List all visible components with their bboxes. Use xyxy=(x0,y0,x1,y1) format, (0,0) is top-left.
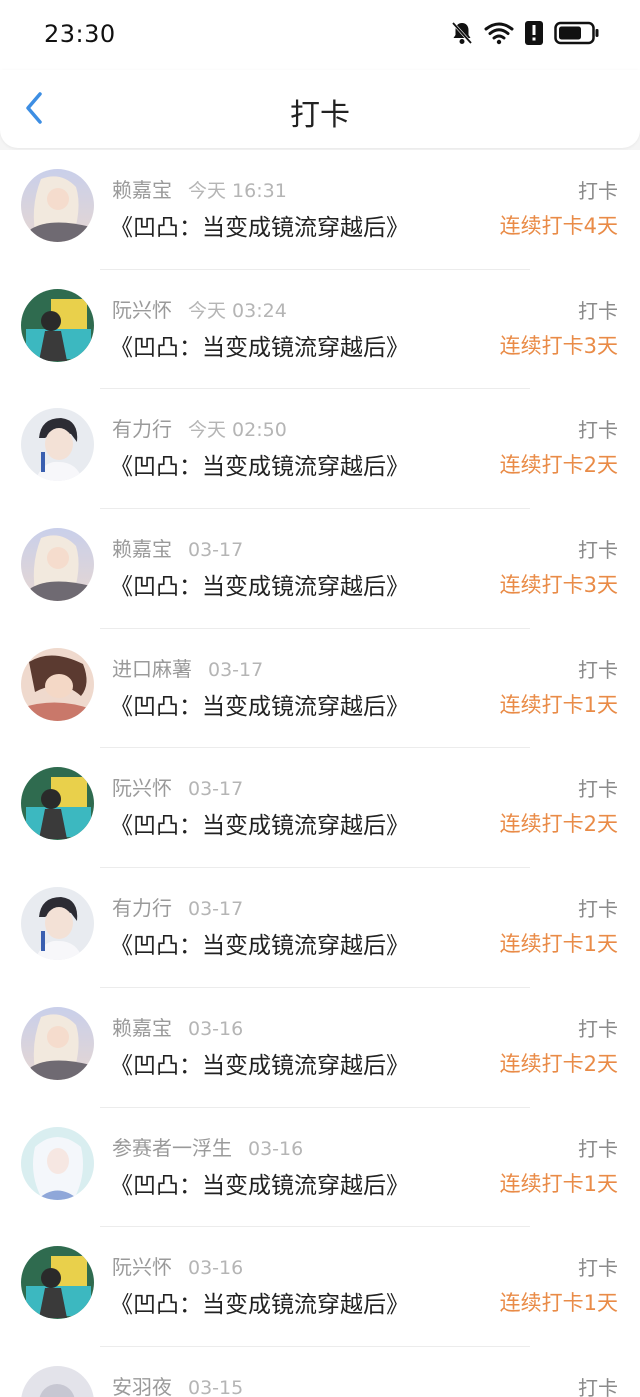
work-title[interactable]: 《凹凸：当变成镜流穿越后》 xyxy=(110,806,409,840)
status-icons xyxy=(450,20,600,46)
user-name-text: 赖嘉宝 xyxy=(112,1015,172,1040)
streak-count: 连续打卡2天 xyxy=(499,453,618,478)
checkin-tag: 打卡 xyxy=(578,1136,618,1161)
avatar[interactable] xyxy=(21,767,94,841)
checkin-tag: 打卡 xyxy=(578,418,618,443)
checkin-tag: 打卡 xyxy=(578,1016,618,1041)
header: 打卡 xyxy=(0,70,640,148)
work-title[interactable]: 《凹凸：当变成镜流穿越后》 xyxy=(110,447,409,481)
checkin-tag: 打卡 xyxy=(578,897,618,922)
streak-count: 连续打卡1天 xyxy=(499,932,618,957)
checkin-time: 今天 02:50 xyxy=(188,419,287,442)
list-item[interactable]: 安羽夜 03-15 打卡 xyxy=(0,1347,640,1397)
checkin-time: 03-17 xyxy=(188,898,244,921)
user-name[interactable]: 阮兴怀 03-17 xyxy=(112,772,243,801)
avatar[interactable] xyxy=(21,1126,94,1200)
avatar[interactable] xyxy=(21,1246,94,1320)
user-name-text: 阮兴怀 xyxy=(112,297,172,322)
alert-icon xyxy=(524,20,544,46)
user-name-text: 赖嘉宝 xyxy=(112,537,172,562)
avatar[interactable] xyxy=(21,887,94,961)
work-title[interactable]: 《凹凸：当变成镜流穿越后》 xyxy=(110,208,409,242)
work-title[interactable]: 《凹凸：当变成镜流穿越后》 xyxy=(110,1046,409,1080)
streak-count: 连续打卡2天 xyxy=(499,812,618,837)
checkin-time: 03-17 xyxy=(188,778,244,801)
user-name-text: 有力行 xyxy=(112,417,172,442)
work-title[interactable]: 《凹凸：当变成镜流穿越后》 xyxy=(110,926,409,960)
list-item[interactable]: 有力行 今天 02:50 《凹凸：当变成镜流穿越后》 打卡连续打卡2天 xyxy=(0,389,640,510)
checkin-time: 今天 03:24 xyxy=(188,299,287,322)
checkin-time: 03-16 xyxy=(188,1017,244,1040)
bell-muted-icon xyxy=(450,20,474,46)
checkin-tag: 打卡 xyxy=(578,538,618,563)
checkin-time: 今天 16:31 xyxy=(188,180,287,202)
user-name-text: 阮兴怀 xyxy=(112,776,172,801)
streak-count: 连续打卡3天 xyxy=(499,573,618,598)
checkin-time: 03-17 xyxy=(188,539,244,562)
user-name-text: 阮兴怀 xyxy=(112,1255,172,1280)
user-name[interactable]: 赖嘉宝 今天 16:31 xyxy=(112,174,287,203)
checkin-list: 赖嘉宝 今天 16:31 《凹凸：当变成镜流穿越后》 打卡 连续打卡4天 阮兴怀 今天 03… xyxy=(0,150,640,1397)
battery-icon xyxy=(554,20,600,46)
avatar[interactable] xyxy=(21,1365,94,1397)
user-name-text: 参赛者一浮生 xyxy=(112,1135,232,1160)
work-title[interactable]: 《凹凸：当变成镜流穿越后》 xyxy=(110,567,409,601)
list-item[interactable]: 进口麻薯 03-17 《凹凸：当变成镜流穿越后》 打卡连续打卡1天 xyxy=(0,629,640,749)
checkin-time: 03-16 xyxy=(188,1257,244,1280)
user-name-text: 有力行 xyxy=(112,896,172,921)
list-item[interactable]: 赖嘉宝 今天 16:31 《凹凸：当变成镜流穿越后》 打卡连续打卡4天 xyxy=(0,150,640,270)
checkin-tag: 打卡 xyxy=(578,298,618,323)
checkin-tag: 打卡 xyxy=(578,777,618,802)
streak-count: 连续打卡2天 xyxy=(499,1051,618,1076)
avatar[interactable] xyxy=(21,1006,94,1080)
list-item[interactable]: 有力行 03-17 《凹凸：当变成镜流穿越后》 打卡连续打卡1天 xyxy=(0,868,640,988)
avatar[interactable] xyxy=(21,288,94,362)
checkin-tag: 打卡 xyxy=(578,1375,618,1397)
user-name[interactable]: 进口麻薯 03-17 xyxy=(112,653,263,682)
checkin-time: 03-16 xyxy=(248,1137,304,1160)
streak-count: 连续打卡1天 xyxy=(499,692,618,717)
user-name[interactable]: 赖嘉宝 03-16 xyxy=(112,1012,243,1041)
status-bar: 23:30 xyxy=(0,0,640,70)
work-title[interactable]: 《凹凸：当变成镜流穿越后》 xyxy=(110,328,409,362)
user-name[interactable]: 阮兴怀 03-16 xyxy=(112,1251,243,1280)
streak-count: 连续打卡3天 xyxy=(499,333,618,358)
list-item[interactable]: 阮兴怀 03-16 《凹凸：当变成镜流穿越后》 打卡连续打卡1天 xyxy=(0,1227,640,1347)
list-item[interactable]: 赖嘉宝 03-16 《凹凸：当变成镜流穿越后》 打卡连续打卡2天 xyxy=(0,988,640,1108)
user-name-text: 进口麻薯 xyxy=(112,656,192,681)
status-time: 23:30 xyxy=(44,20,116,48)
checkin-tag: 打卡 xyxy=(578,657,618,682)
user-name[interactable]: 阮兴怀 今天 03:24 xyxy=(112,294,287,323)
list-item[interactable]: 阮兴怀 今天 03:24 《凹凸：当变成镜流穿越后》 打卡连续打卡3天 xyxy=(0,270,640,390)
list-item[interactable]: 参赛者一浮生 03-16 《凹凸：当变成镜流穿越后》 打卡连续打卡1天 xyxy=(0,1108,640,1228)
avatar[interactable] xyxy=(21,647,94,721)
work-title[interactable]: 《凹凸：当变成镜流穿越后》 xyxy=(110,687,409,721)
user-name[interactable]: 安羽夜 03-15 xyxy=(112,1371,243,1397)
checkin-time: 03-17 xyxy=(208,658,264,681)
user-name[interactable]: 有力行 今天 02:50 xyxy=(112,413,287,442)
checkin-tag: 打卡 xyxy=(578,1256,618,1281)
page-title: 打卡 xyxy=(290,98,350,133)
checkin-tag: 打卡 xyxy=(578,179,618,203)
user-name-text: 安羽夜 xyxy=(112,1374,172,1397)
list-item[interactable]: 阮兴怀 03-17 《凹凸：当变成镜流穿越后》 打卡连续打卡2天 xyxy=(0,748,640,869)
user-name-text: 赖嘉宝 xyxy=(112,178,172,202)
avatar[interactable] xyxy=(21,528,94,602)
user-name[interactable]: 赖嘉宝 03-17 xyxy=(112,533,243,562)
user-name[interactable]: 参赛者一浮生 03-16 xyxy=(112,1132,303,1161)
work-title[interactable]: 《凹凸：当变成镜流穿越后》 xyxy=(110,1166,409,1200)
work-title[interactable]: 《凹凸：当变成镜流穿越后》 xyxy=(110,1285,409,1319)
list-item[interactable]: 赖嘉宝 03-17 《凹凸：当变成镜流穿越后》 打卡连续打卡3天 xyxy=(0,509,640,629)
avatar[interactable] xyxy=(21,169,94,242)
avatar[interactable] xyxy=(21,408,94,482)
wifi-icon xyxy=(484,21,514,45)
streak-count: 连续打卡1天 xyxy=(499,1291,618,1316)
streak-count: 连续打卡4天 xyxy=(499,214,618,238)
user-name[interactable]: 有力行 03-17 xyxy=(112,892,243,921)
streak-count: 连续打卡1天 xyxy=(499,1171,618,1196)
